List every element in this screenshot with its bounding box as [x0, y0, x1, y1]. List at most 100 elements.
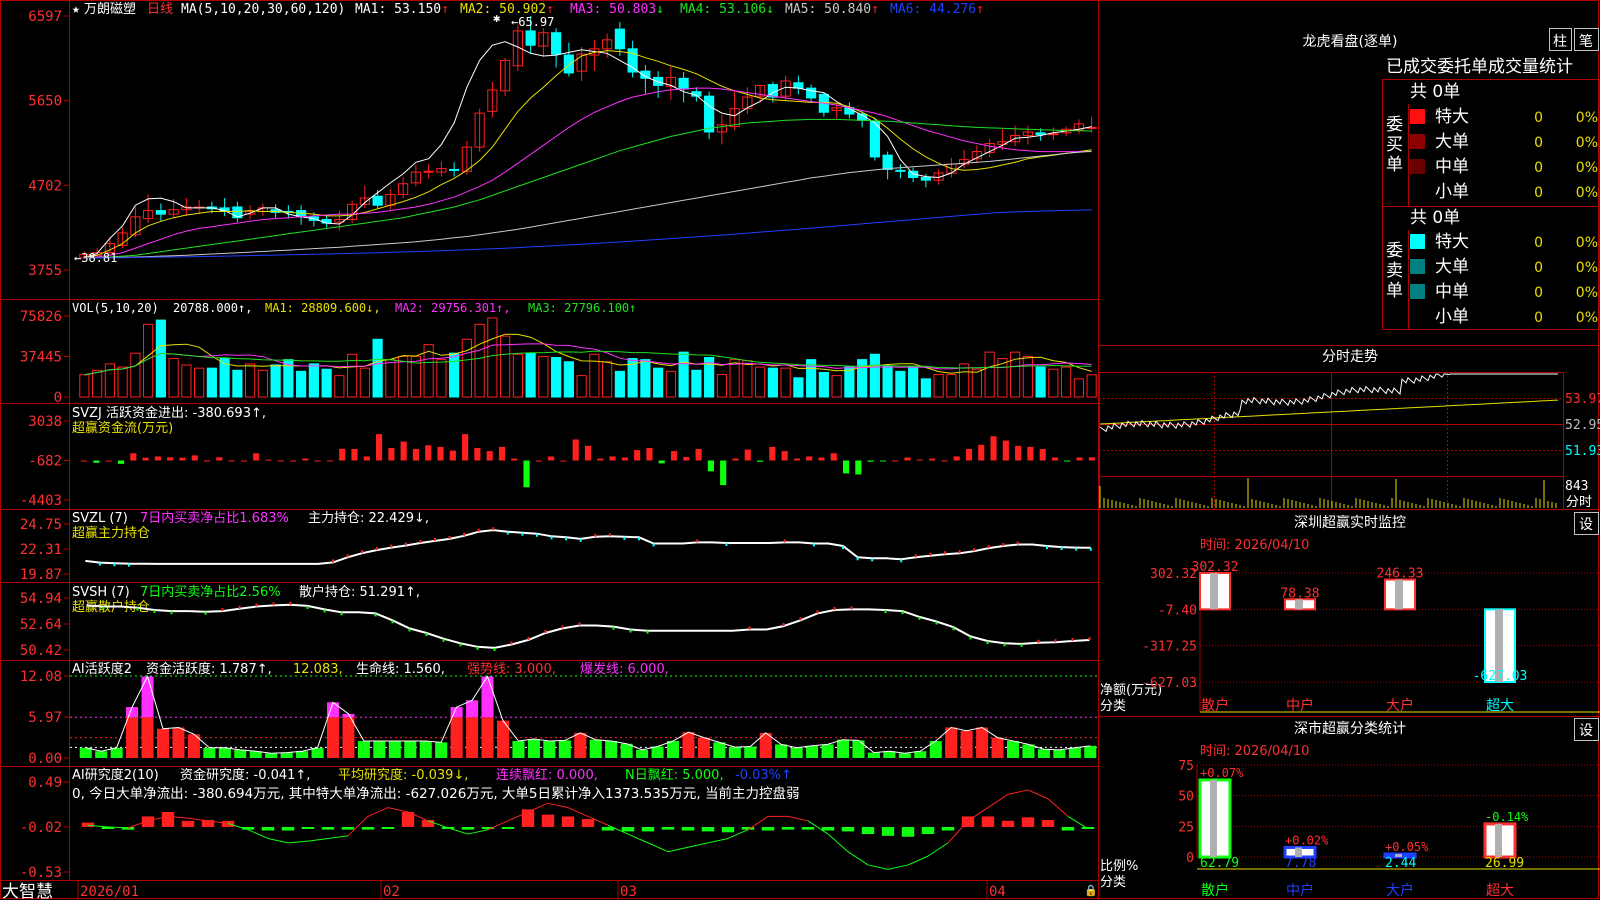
ai-research-bar	[901, 827, 915, 837]
ma-legend-item: MA4: 53.106↓	[680, 2, 774, 17]
fund-flow-bar	[1002, 440, 1009, 461]
favorite-star-icon[interactable]: ★	[72, 2, 80, 17]
y-tick-label: 5650	[28, 94, 62, 110]
ai-research-bar	[801, 827, 815, 830]
legend-swatch-icon	[1410, 109, 1425, 124]
ai-research-bar	[301, 827, 315, 829]
order-row-count: 0	[1534, 135, 1543, 151]
fund-flow-bar	[117, 460, 125, 464]
y-tick-label: 52.64	[20, 617, 62, 633]
monitor-bar-value: 246.33	[1377, 567, 1424, 582]
intraday-vol: 843	[1565, 479, 1588, 494]
ai-active-bar	[728, 747, 741, 758]
ai-research-line	[327, 835, 349, 839]
fund-flow-bar	[793, 458, 800, 461]
ai-research-bar	[361, 827, 375, 830]
order-row-pct: 0%	[1576, 285, 1598, 301]
candle-body	[321, 219, 332, 224]
class-change: +0.07%	[1200, 766, 1244, 780]
ai-research-line	[247, 829, 269, 839]
ai-active-bar	[898, 753, 911, 758]
volume-bar	[729, 359, 740, 398]
fund-flow-bar	[474, 447, 481, 461]
ai-research-line	[987, 793, 1009, 809]
class-panel: 深市超赢分类统计 设 时间: 2026/04/10 比例% 分类 75 50 25 0…	[1100, 718, 1600, 899]
ai-research-bar	[821, 827, 835, 831]
sell-label-char: 委	[1386, 241, 1403, 261]
candle-body	[704, 95, 715, 133]
ai-research-bar	[681, 827, 695, 831]
fund-flow-bar	[953, 456, 960, 461]
class-change: +0.05%	[1385, 840, 1429, 854]
order-row-pct: 0%	[1576, 260, 1598, 276]
order-row-name: 大单	[1435, 257, 1469, 277]
volume-bar	[487, 317, 498, 398]
ai-research-bar	[861, 827, 875, 835]
monitor-category: 中户	[1286, 697, 1314, 714]
candle-body	[895, 169, 906, 172]
period-label[interactable]: 日线	[147, 2, 173, 17]
fund-flow-bar	[929, 458, 936, 461]
fund-flow-bar	[277, 460, 284, 462]
ai-active-bar	[357, 741, 370, 758]
volume-bar	[512, 353, 523, 398]
volume-bar	[308, 363, 319, 398]
monitor-tick: 302.32	[1150, 567, 1197, 582]
volume-bar	[831, 375, 842, 398]
fund-flow-bar	[167, 457, 174, 461]
volume-bar	[844, 366, 855, 398]
order-row-count: 0	[1534, 260, 1543, 276]
order-row-count: 0	[1534, 310, 1543, 326]
ai-active-bar	[713, 742, 726, 758]
ai-active-bar	[1022, 744, 1035, 758]
y-tick-label: 5.97	[28, 710, 62, 726]
ai-active-bar	[1084, 745, 1097, 758]
retail-holding-line	[86, 601, 1091, 651]
class-tick: 0	[1186, 851, 1194, 866]
ai-active-bar	[1006, 741, 1020, 758]
stock-name[interactable]: 万朗磁塑	[84, 2, 136, 17]
y-tick-label: 3038	[28, 414, 62, 430]
ai-active-bar	[682, 732, 695, 758]
legend-swatch-icon	[1410, 159, 1425, 174]
fund-flow-bar	[990, 436, 997, 461]
ma-legend-arrow: ↓	[766, 2, 774, 17]
ai-active-label5: 强势线: 3.000,	[467, 661, 556, 677]
ma-legend: MA1: 53.150↑ MA2: 50.902↑ MA3: 50.803↓ MA4:…	[355, 2, 984, 17]
y-tick-label: 37445	[20, 350, 62, 366]
svzl-subtitle: 超赢主力持仓	[72, 525, 150, 541]
order-row-count: 0	[1534, 185, 1543, 201]
ai-active-bar	[172, 727, 185, 758]
ma-legend-label: MA1:	[355, 2, 386, 17]
fund-flow-bar	[265, 459, 272, 461]
order-row-name: 特大	[1435, 232, 1469, 252]
monitor-category: 散户	[1201, 697, 1229, 714]
class-value: 26.99	[1485, 856, 1524, 871]
class-value: 2.44	[1385, 856, 1416, 871]
fund-flow-bar	[781, 451, 788, 461]
volume-bar	[742, 360, 753, 398]
volume-bar	[767, 367, 778, 398]
ai-active-label6: 爆发线: 6.000,	[580, 661, 669, 677]
lock-icon[interactable]: 🔒	[1084, 884, 1098, 897]
fund-flow-bar	[670, 451, 678, 461]
ai-research-bar	[581, 819, 595, 827]
order-row-pct: 0%	[1576, 135, 1598, 151]
fund-flow-bar	[376, 434, 383, 461]
svzl-y-axis: 24.75 22.31 19.87	[20, 517, 70, 583]
ai-research-line	[827, 833, 849, 853]
ai-research-bar	[161, 812, 175, 827]
ai-research-bar	[641, 827, 655, 832]
volume-bar	[79, 374, 90, 398]
y-tick-label: 3755	[28, 263, 62, 279]
ma-legend-arrow: ↓	[656, 2, 664, 17]
volume-bar	[946, 374, 957, 398]
volume-bar	[206, 367, 217, 398]
buy-label: 委 买 单	[1386, 115, 1408, 175]
fund-flow-bar	[732, 458, 739, 461]
ai-active-bar	[589, 739, 602, 758]
fund-flow-bar	[240, 460, 247, 462]
fund-flow-bar	[314, 460, 321, 462]
volume-bar	[576, 375, 587, 398]
fund-flow-bar	[806, 456, 813, 461]
